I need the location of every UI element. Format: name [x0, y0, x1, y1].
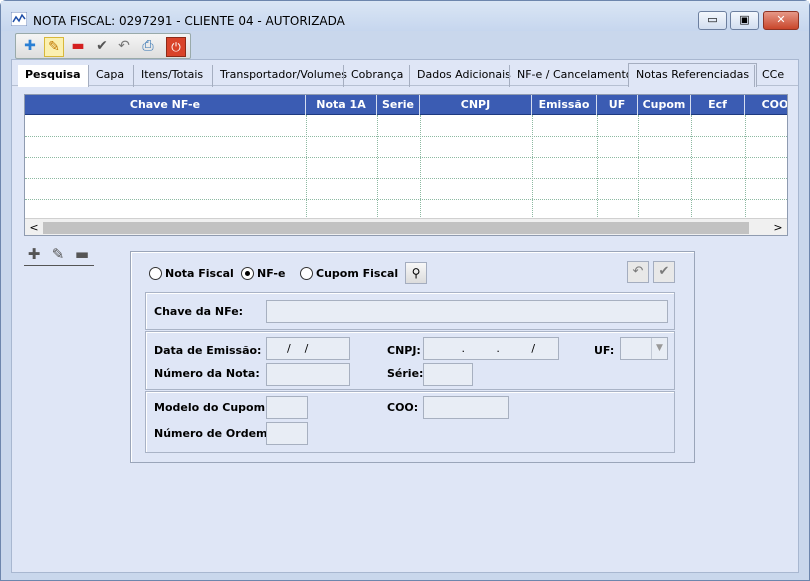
radio-circle-icon	[300, 267, 313, 280]
coo-field[interactable]	[423, 396, 509, 419]
data-emissao-label: Data de Emissão:	[154, 344, 262, 357]
numero-nota-label: Número da Nota:	[154, 367, 260, 380]
edit-icon[interactable]: ✎	[44, 37, 64, 57]
grid-row-line	[25, 136, 787, 137]
grid-col-line	[745, 115, 746, 219]
confirm-icon[interactable]: ✔	[92, 37, 112, 57]
tab-strip: Pesquisa Capa Itens/Totais Transportador…	[12, 63, 798, 87]
tab-itens-totais[interactable]: Itens/Totais	[133, 65, 210, 87]
add-icon[interactable]: ✚	[20, 37, 40, 57]
referenced-note-form: Nota Fiscal NF-e Cupom Fiscal ⚲ ↶ ✔ Chav…	[130, 251, 695, 463]
grid-row-tools: ✚ ✎ ▬	[24, 244, 94, 266]
uf-label: UF:	[594, 344, 615, 357]
close-button[interactable]: ✕	[763, 11, 799, 30]
print-icon[interactable]: ⎙	[138, 37, 158, 57]
app-icon	[11, 12, 27, 26]
uf-select[interactable]: ▼	[620, 337, 668, 360]
numero-ordem-field[interactable]	[266, 422, 308, 445]
grid-col-line	[420, 115, 421, 219]
radio-cupom-fiscal[interactable]: Cupom Fiscal	[300, 266, 398, 282]
edit-row-icon[interactable]: ✎	[48, 244, 68, 264]
tab-pesquisa[interactable]: Pesquisa	[18, 65, 88, 87]
minimize-button[interactable]: ▭	[698, 11, 727, 30]
grid-col-line	[532, 115, 533, 219]
grid-col-line	[377, 115, 378, 219]
serie-field[interactable]	[423, 363, 473, 386]
nota-fiscal-window: NOTA FISCAL: 0297291 - CLIENTE 04 - AUTO…	[0, 0, 810, 581]
scroll-left-arrow-icon[interactable]: <	[27, 220, 41, 235]
radio-nfe-label: NF-e	[257, 267, 286, 280]
chave-label: Chave da NFe:	[154, 305, 244, 318]
form-confirm-icon[interactable]: ✔	[653, 261, 675, 283]
horizontal-scrollbar[interactable]: < >	[25, 218, 787, 235]
toolbar: ✚ ✎ ▬ ✔ ↶ ⎙ ⏻	[15, 33, 191, 59]
search-icon[interactable]: ⚲	[405, 262, 427, 284]
cupom-group: Modelo do Cupom: COO: Número de Ordem:	[145, 391, 675, 453]
col-coo[interactable]: COO	[745, 95, 787, 115]
main-panel: Pesquisa Capa Itens/Totais Transportador…	[11, 59, 799, 573]
chevron-down-icon[interactable]: ▼	[651, 338, 667, 359]
grid-header: Chave NF-e Nota 1A Serie CNPJ Emissão UF…	[25, 95, 787, 115]
cnpj-field[interactable]: . . / –	[423, 337, 559, 360]
tab-notas-referenciadas[interactable]: Notas Referenciadas	[628, 63, 758, 87]
grid-row-line	[25, 178, 787, 179]
form-undo-icon[interactable]: ↶	[627, 261, 649, 283]
grid-col-line	[638, 115, 639, 219]
grid-row-line	[25, 199, 787, 200]
scroll-right-arrow-icon[interactable]: >	[771, 220, 785, 235]
grid-col-line	[306, 115, 307, 219]
col-serie[interactable]: Serie	[377, 95, 420, 115]
grid-row-line	[25, 157, 787, 158]
maximize-button[interactable]: ▣	[730, 11, 759, 30]
serie-label: Série:	[387, 367, 424, 380]
col-ecf[interactable]: Ecf	[691, 95, 745, 115]
radio-circle-icon	[149, 267, 162, 280]
remove-icon[interactable]: ▬	[68, 37, 88, 57]
remove-row-icon[interactable]: ▬	[72, 244, 92, 264]
chave-field[interactable]	[266, 300, 668, 323]
scroll-thumb[interactable]	[43, 222, 749, 234]
undo-icon[interactable]: ↶	[114, 37, 134, 57]
grid-col-line	[691, 115, 692, 219]
radio-nota-fiscal[interactable]: Nota Fiscal	[149, 266, 234, 282]
numero-ordem-label: Número de Ordem:	[154, 427, 272, 440]
col-cupom[interactable]: Cupom	[638, 95, 691, 115]
col-cnpj[interactable]: CNPJ	[420, 95, 532, 115]
col-uf[interactable]: UF	[597, 95, 638, 115]
cnpj-label: CNPJ:	[387, 344, 421, 357]
chave-group: Chave da NFe:	[145, 292, 675, 330]
window-title: NOTA FISCAL: 0297291 - CLIENTE 04 - AUTO…	[33, 14, 345, 28]
emissao-group: Data de Emissão: / / CNPJ: . . / – UF: ▼…	[145, 331, 675, 390]
tab-transportador-volumes[interactable]: Transportador/Volumes	[212, 65, 354, 87]
coo-label: COO:	[387, 401, 419, 414]
radio-cupom-fiscal-label: Cupom Fiscal	[316, 267, 399, 280]
add-row-icon[interactable]: ✚	[24, 244, 44, 264]
grid-col-line	[597, 115, 598, 219]
data-emissao-field[interactable]: / /	[266, 337, 350, 360]
title-bar[interactable]: NOTA FISCAL: 0297291 - CLIENTE 04 - AUTO…	[1, 1, 809, 31]
exit-icon[interactable]: ⏻	[166, 37, 186, 57]
numero-nota-field[interactable]	[266, 363, 350, 386]
radio-nfe[interactable]: NF-e	[241, 266, 285, 282]
modelo-cupom-field[interactable]	[266, 396, 308, 419]
tab-dados-adicionais[interactable]: Dados Adicionais	[409, 65, 518, 87]
radio-selected-icon	[241, 267, 254, 280]
tab-capa[interactable]: Capa	[88, 65, 131, 87]
tab-cce[interactable]: CCe	[754, 65, 791, 87]
tab-nfe-cancelamento[interactable]: NF-e / Cancelamento	[509, 65, 640, 87]
modelo-cupom-label: Modelo do Cupom:	[154, 401, 270, 414]
notas-referenciadas-grid[interactable]: Chave NF-e Nota 1A Serie CNPJ Emissão UF…	[24, 94, 788, 236]
tab-cobranca[interactable]: Cobrança	[343, 65, 410, 87]
radio-nota-fiscal-label: Nota Fiscal	[165, 267, 234, 280]
col-chave-nfe[interactable]: Chave NF-e	[25, 95, 306, 115]
col-nota-1a[interactable]: Nota 1A	[306, 95, 377, 115]
col-emissao[interactable]: Emissão	[532, 95, 597, 115]
